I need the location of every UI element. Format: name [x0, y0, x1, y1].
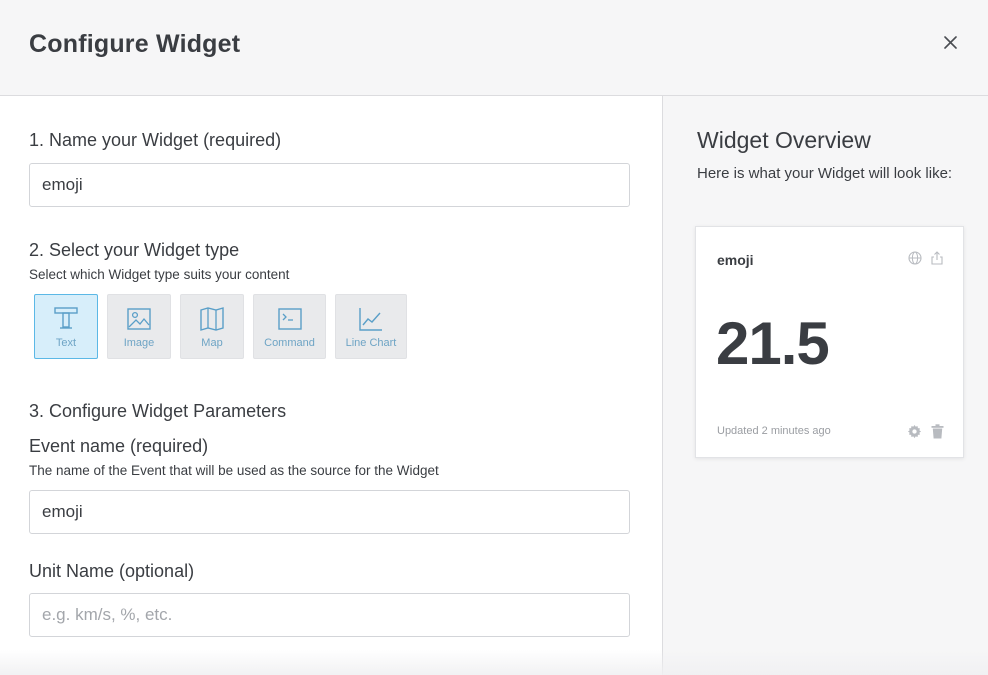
gear-icon [907, 424, 921, 438]
widget-overview-panel: Widget Overview Here is what your Widget… [662, 96, 988, 675]
type-tile-image[interactable]: Image [107, 294, 171, 359]
widget-name-input[interactable] [29, 163, 630, 207]
event-name-help: The name of the Event that will be used … [29, 463, 439, 478]
share-button[interactable] [929, 250, 945, 266]
delete-button[interactable] [929, 423, 945, 439]
type-tile-line-chart[interactable]: Line Chart [335, 294, 407, 359]
close-button[interactable] [938, 30, 962, 54]
type-tile-label: Line Chart [345, 337, 397, 349]
globe-icon [908, 251, 922, 265]
unit-name-input[interactable] [29, 593, 630, 637]
image-icon [127, 308, 151, 330]
step2-heading: 2. Select your Widget type [29, 240, 240, 260]
type-tile-text[interactable]: Text [34, 294, 98, 359]
step3-heading: 3. Configure Widget Parameters [29, 401, 287, 421]
modal-header: Configure Widget [0, 0, 988, 96]
overview-title: Widget Overview [697, 127, 871, 153]
unit-name-label: Unit Name (optional) [29, 561, 195, 581]
share-icon [931, 251, 943, 265]
last-updated-text: Updated 2 minutes ago [717, 425, 831, 437]
close-icon [943, 35, 957, 49]
text-icon [54, 307, 78, 329]
overview-subtitle: Here is what your Widget will look like: [697, 165, 953, 182]
type-tile-command[interactable]: Command [253, 294, 326, 359]
globe-button[interactable] [907, 250, 923, 266]
map-icon [200, 307, 224, 331]
type-tile-label: Text [55, 337, 77, 349]
step1-heading: 1. Name your Widget (required) [29, 130, 282, 150]
event-name-label: Event name (required) [29, 436, 209, 456]
widget-value: 21.5 [716, 310, 830, 377]
settings-button[interactable] [906, 423, 922, 439]
type-tile-label: Map [201, 337, 223, 349]
step2-help: Select which Widget type suits your cont… [29, 267, 290, 282]
widget-preview-card: emoji 21.5 Updated 2 minutes ago [695, 226, 964, 458]
terminal-icon [277, 308, 302, 330]
trash-icon [931, 423, 943, 438]
line-chart-icon [359, 308, 382, 331]
card-title: emoji [717, 252, 754, 268]
type-tile-map[interactable]: Map [180, 294, 244, 359]
modal-title: Configure Widget [29, 30, 241, 58]
type-tile-label: Image [123, 337, 155, 349]
type-tile-label: Command [264, 337, 315, 349]
event-name-input[interactable] [29, 490, 630, 534]
